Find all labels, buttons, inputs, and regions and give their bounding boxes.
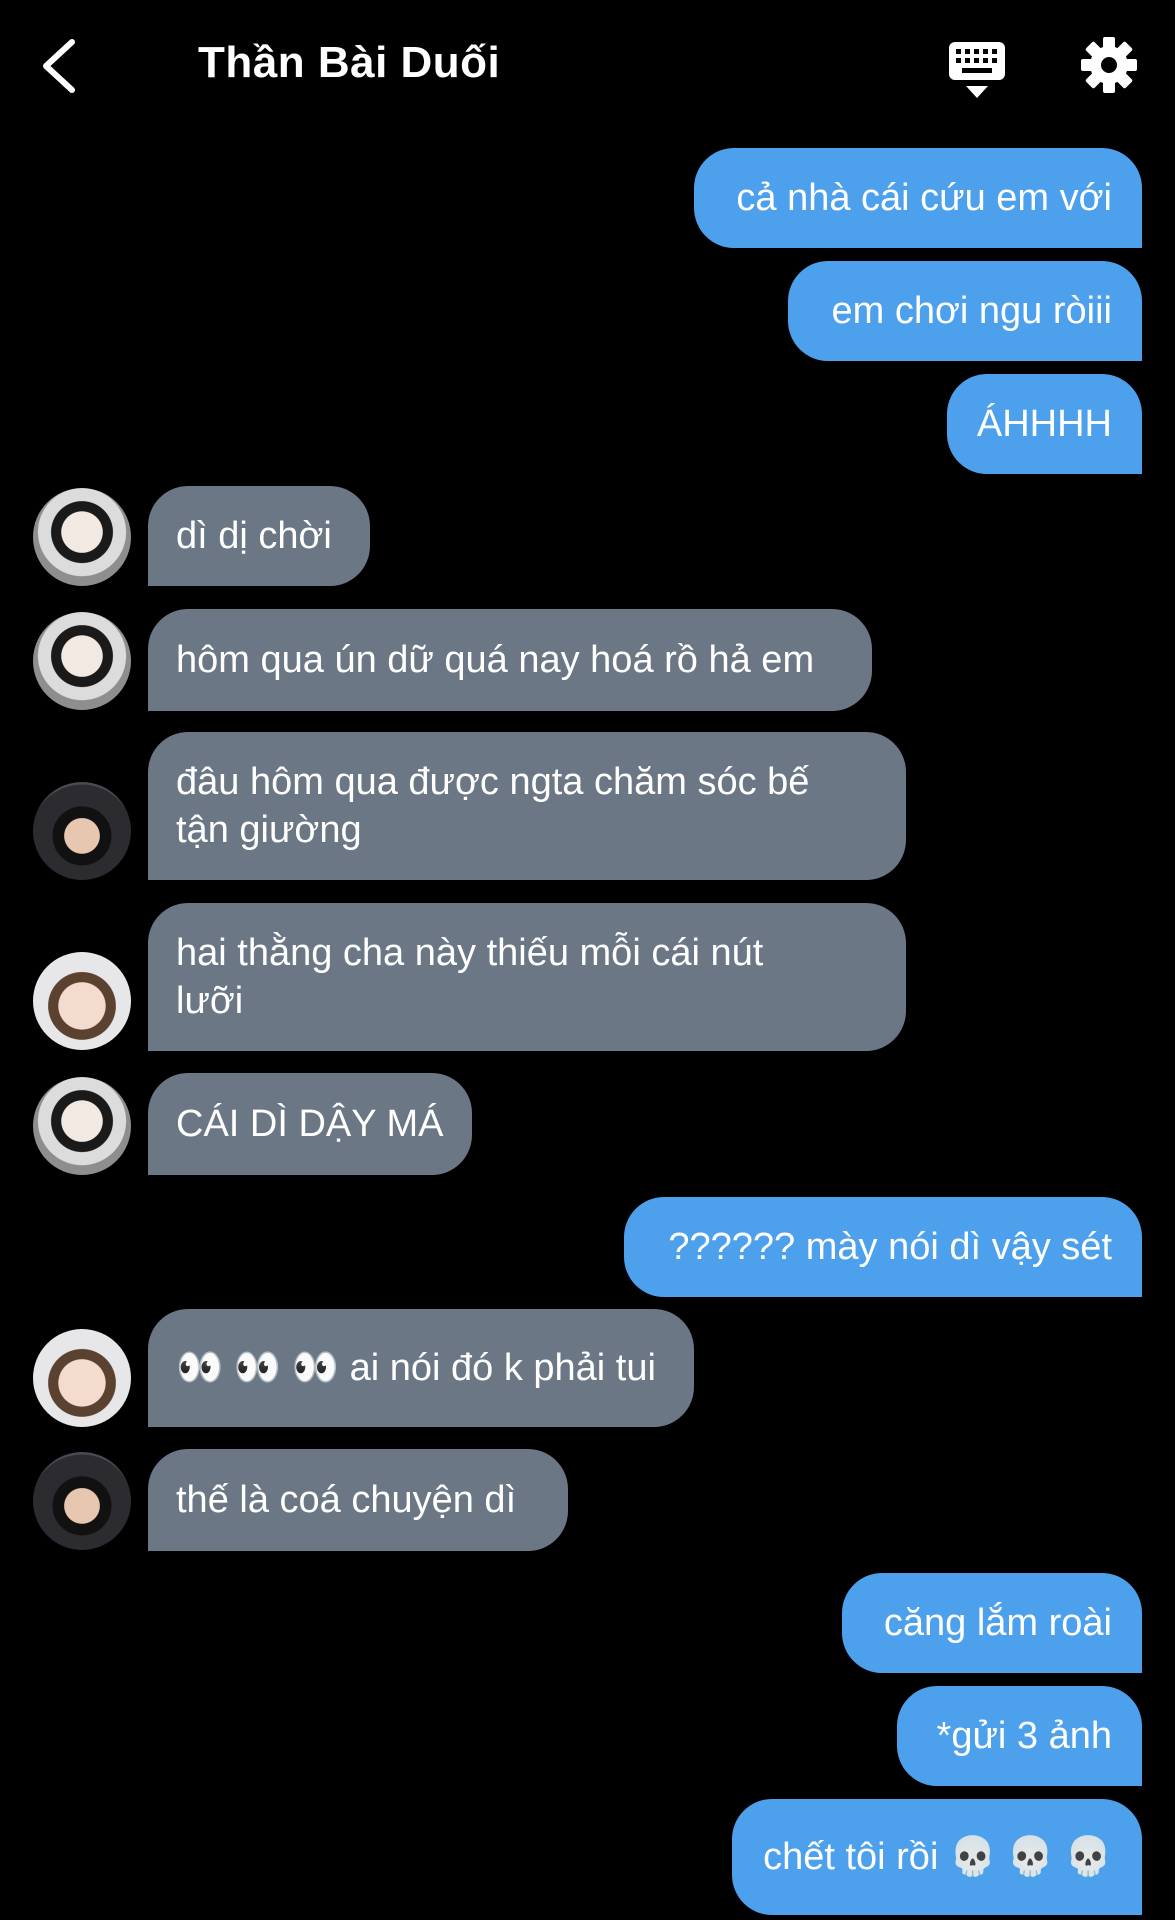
avatar[interactable] <box>33 1077 131 1175</box>
chat-header: Thần Bài Duối <box>0 0 1175 130</box>
keyboard-icon <box>949 42 1005 98</box>
avatar[interactable] <box>33 612 131 710</box>
message-text: 👀 👀 👀 ai nói đó k phải tui <box>176 1347 656 1389</box>
message-incoming[interactable]: 👀 👀 👀 ai nói đó k phải tui <box>148 1309 694 1427</box>
message-outgoing[interactable]: ?????? mày nói dì vậy sét <box>624 1197 1142 1297</box>
message-outgoing[interactable]: em chơi ngu ròiii <box>788 261 1142 361</box>
message-text: em chơi ngu ròiii <box>831 290 1112 332</box>
back-button[interactable] <box>36 36 86 96</box>
message-text: chết tôi rồi 💀 💀 💀 <box>763 1836 1112 1878</box>
message-text: cả nhà cái cứu em với <box>736 177 1112 219</box>
keyboard-button[interactable] <box>946 38 1008 100</box>
message-outgoing[interactable]: căng lắm roài <box>842 1573 1142 1673</box>
message-text: đâu hôm qua được ngta chăm sóc bế tận gi… <box>176 761 810 851</box>
avatar[interactable] <box>33 1452 131 1550</box>
message-text: hôm qua ún dữ quá nay hoá rồ hả em <box>176 639 815 681</box>
gear-icon <box>1081 37 1137 93</box>
message-text: *gửi 3 ảnh <box>936 1715 1112 1757</box>
message-incoming[interactable]: đâu hôm qua được ngta chăm sóc bế tận gi… <box>148 732 906 880</box>
message-incoming[interactable]: dì dị chời <box>148 486 370 586</box>
message-incoming[interactable]: CÁI DÌ DẬY MÁ <box>148 1073 472 1175</box>
message-incoming[interactable]: hai thằng cha này thiếu mỗi cái nút lưỡi <box>148 903 906 1051</box>
avatar[interactable] <box>33 1329 131 1427</box>
message-outgoing[interactable]: ÁHHHH <box>947 374 1142 474</box>
message-text: dì dị chời <box>176 515 332 557</box>
message-text: ÁHHHH <box>976 403 1112 445</box>
message-incoming[interactable]: thế là coá chuyện dì <box>148 1449 568 1551</box>
message-text: CÁI DÌ DẬY MÁ <box>176 1103 444 1145</box>
message-text: thế là coá chuyện dì <box>176 1479 517 1521</box>
message-text: ?????? mày nói dì vậy sét <box>668 1226 1112 1268</box>
message-text: căng lắm roài <box>883 1602 1112 1644</box>
message-outgoing[interactable]: chết tôi rồi 💀 💀 💀 <box>732 1799 1142 1915</box>
avatar[interactable] <box>33 952 131 1050</box>
settings-button[interactable] <box>1080 36 1138 94</box>
message-text: hai thằng cha này thiếu mỗi cái nút lưỡi <box>176 932 764 1022</box>
avatar[interactable] <box>33 782 131 880</box>
message-incoming[interactable]: hôm qua ún dữ quá nay hoá rồ hả em <box>148 609 872 711</box>
message-outgoing[interactable]: cả nhà cái cứu em với <box>694 148 1142 248</box>
message-outgoing[interactable]: *gửi 3 ảnh <box>897 1686 1142 1786</box>
avatar[interactable] <box>33 488 131 586</box>
chevron-left-icon <box>43 39 75 93</box>
chat-title: Thần Bài Duối <box>198 38 501 87</box>
